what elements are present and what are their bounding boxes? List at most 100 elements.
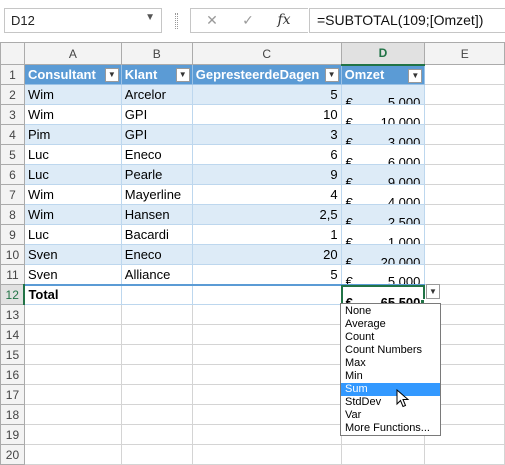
klant-cell[interactable]: Alliance (120, 264, 193, 285)
dropdown-option[interactable]: Var (341, 409, 440, 422)
dagen-cell[interactable]: 4 (191, 184, 342, 205)
dropdown-option[interactable]: Min (341, 370, 440, 383)
row-header[interactable]: 4 (0, 124, 25, 145)
cell[interactable] (424, 104, 505, 125)
omzet-cell[interactable]: €20.000 (340, 244, 426, 265)
confirm-icon[interactable]: ✓ (234, 8, 262, 33)
cell[interactable] (23, 444, 122, 465)
cell[interactable] (120, 364, 193, 385)
chevron-down-icon[interactable]: ▼ (145, 12, 155, 23)
cancel-icon[interactable]: ✕ (198, 8, 226, 33)
table-header-klant[interactable]: Klant ▼ (120, 64, 193, 85)
dagen-cell[interactable]: 20 (191, 244, 342, 265)
omzet-cell[interactable]: €9.000 (340, 164, 426, 185)
dagen-cell[interactable]: 5 (191, 84, 342, 105)
dagen-cell[interactable]: 6 (191, 144, 342, 165)
cell[interactable] (424, 64, 505, 85)
consultant-cell[interactable]: Wim (23, 104, 122, 125)
omzet-cell[interactable]: €4.000 (340, 184, 426, 205)
cell[interactable] (120, 304, 193, 325)
omzet-cell[interactable]: €3.000 (340, 124, 426, 145)
cell[interactable] (191, 304, 342, 325)
filter-dropdown-icon[interactable]: ▼ (175, 68, 190, 82)
insert-function-icon[interactable]: fx (270, 8, 298, 33)
cell[interactable] (120, 344, 193, 365)
cell[interactable] (120, 424, 193, 445)
cell[interactable] (120, 324, 193, 345)
cell[interactable] (424, 184, 505, 205)
total-label-cell[interactable]: Total (23, 283, 122, 305)
klant-cell[interactable]: Eneco (120, 144, 193, 165)
filter-dropdown-icon[interactable]: ▼ (104, 68, 119, 82)
cell[interactable] (191, 344, 342, 365)
cell[interactable] (120, 444, 193, 465)
klant-cell[interactable]: Mayerline (120, 184, 193, 205)
table-header-omzet[interactable]: Omzet ▼ (340, 64, 426, 85)
dropdown-option[interactable]: Average (341, 318, 440, 331)
cell[interactable] (424, 444, 505, 465)
row-header[interactable]: 2 (0, 84, 25, 105)
klant-cell[interactable]: Hansen (120, 204, 193, 225)
cell[interactable] (424, 164, 505, 185)
consultant-cell[interactable]: Luc (23, 164, 122, 185)
dropdown-option[interactable]: Count (341, 331, 440, 344)
column-header-d[interactable]: D (340, 42, 426, 66)
dagen-cell[interactable]: 5 (191, 264, 342, 285)
cell[interactable] (191, 424, 342, 445)
omzet-cell[interactable]: €6.000 (340, 144, 426, 165)
row-header[interactable]: 15 (0, 344, 25, 365)
cell[interactable] (23, 324, 122, 345)
filter-dropdown-icon[interactable]: ▼ (408, 68, 423, 83)
omzet-cell[interactable]: €10.000 (340, 104, 426, 125)
cell[interactable] (23, 364, 122, 385)
klant-cell[interactable]: Bacardi (120, 224, 193, 245)
consultant-cell[interactable]: Luc (23, 144, 122, 165)
row-header[interactable]: 19 (0, 424, 25, 445)
name-box[interactable]: D12 ▼ (4, 8, 162, 33)
row-header[interactable]: 13 (0, 304, 25, 325)
row-header[interactable]: 18 (0, 404, 25, 425)
cell[interactable] (191, 324, 342, 345)
cell[interactable] (424, 204, 505, 225)
cell[interactable] (191, 444, 342, 465)
table-header-dagen[interactable]: GepresteerdeDagen ▼ (191, 64, 342, 85)
row-header[interactable]: 20 (0, 444, 25, 465)
cell[interactable] (424, 224, 505, 245)
dropdown-option[interactable]: More Functions... (341, 422, 440, 435)
formula-bar-grip[interactable] (175, 13, 178, 29)
row-header[interactable]: 9 (0, 224, 25, 245)
dagen-cell[interactable]: 3 (191, 124, 342, 145)
cell[interactable] (23, 304, 122, 325)
row-header[interactable]: 10 (0, 244, 25, 265)
column-header-e[interactable]: E (424, 42, 505, 65)
cell[interactable] (424, 84, 505, 105)
row-header[interactable]: 11 (0, 264, 25, 285)
cell[interactable] (191, 283, 342, 305)
cell[interactable] (23, 404, 122, 425)
cell[interactable] (23, 424, 122, 445)
klant-cell[interactable]: Arcelor (120, 84, 193, 105)
cell[interactable] (191, 384, 342, 405)
dagen-cell[interactable]: 1 (191, 224, 342, 245)
cell[interactable] (120, 384, 193, 405)
table-header-consultant[interactable]: Consultant ▼ (23, 64, 122, 85)
consultant-cell[interactable]: Pim (23, 124, 122, 145)
select-all-corner[interactable] (0, 42, 25, 65)
klant-cell[interactable]: GPI (120, 104, 193, 125)
row-header[interactable]: 5 (0, 144, 25, 165)
dagen-cell[interactable]: 10 (191, 104, 342, 125)
row-header[interactable]: 12 (0, 284, 26, 305)
cell[interactable] (120, 283, 193, 305)
row-header[interactable]: 6 (0, 164, 25, 185)
consultant-cell[interactable]: Wim (23, 184, 122, 205)
consultant-cell[interactable]: Sven (23, 244, 122, 265)
dagen-cell[interactable]: 9 (191, 164, 342, 185)
cell[interactable] (23, 344, 122, 365)
consultant-cell[interactable]: Wim (23, 204, 122, 225)
omzet-cell[interactable]: €1.000 (340, 224, 426, 245)
omzet-cell[interactable]: €5.000 (340, 264, 426, 285)
dropdown-option[interactable]: Max (341, 357, 440, 370)
dagen-cell[interactable]: 2,5 (191, 204, 342, 225)
cell[interactable] (424, 144, 505, 165)
consultant-cell[interactable]: Sven (23, 264, 122, 285)
